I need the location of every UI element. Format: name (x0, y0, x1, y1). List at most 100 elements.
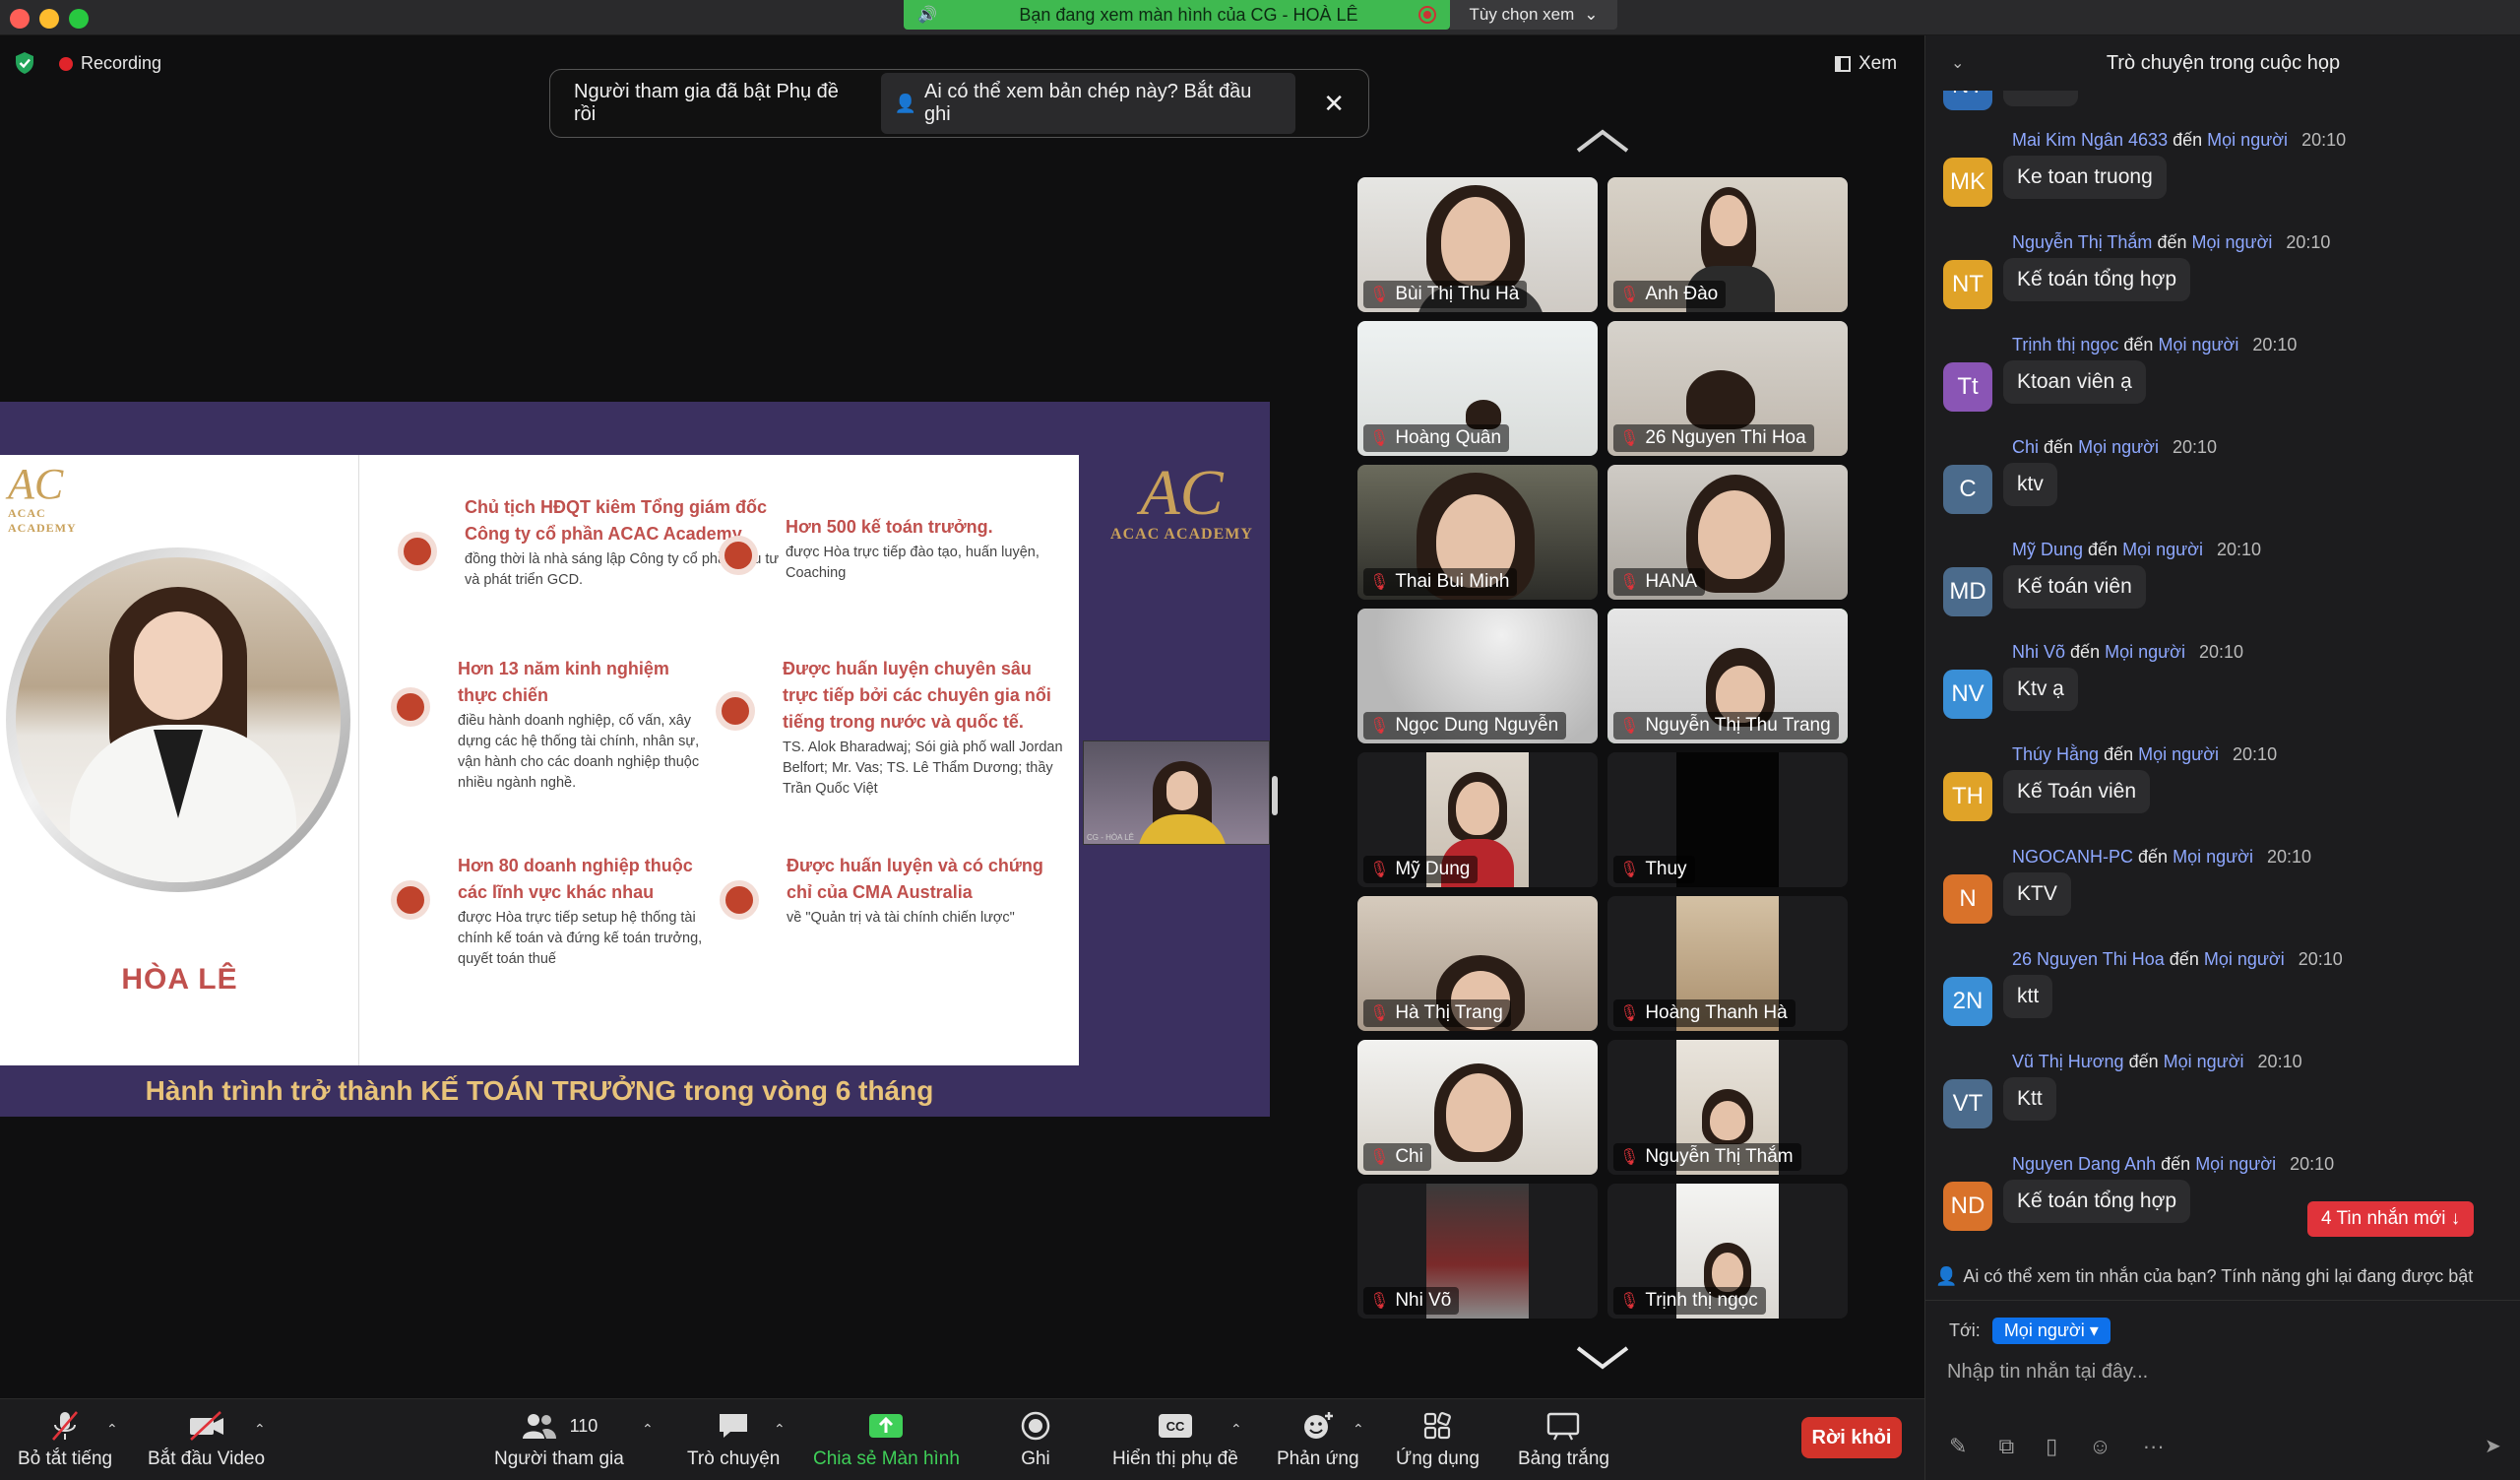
sender-avatar[interactable]: C (1943, 465, 1992, 514)
participant-tile[interactable]: 🎙 Nhi Võ (1357, 1184, 1598, 1319)
message-bubble[interactable]: chưa (2003, 91, 2078, 106)
participant-tile[interactable]: 🎙 Hoàng Thanh Hà (1607, 896, 1848, 1031)
sender-name[interactable]: NGOCANH-PC (2012, 847, 2133, 867)
new-messages-button[interactable]: 4 Tin nhắn mới ↓ (2307, 1201, 2475, 1237)
leave-button[interactable]: Rời khỏi (1801, 1417, 1902, 1458)
recipient-name: Mọi người (2173, 847, 2253, 867)
participant-tile[interactable]: 🎙 Anh Đào (1607, 177, 1848, 312)
sender-avatar[interactable]: MD (1943, 567, 1992, 616)
recipient-row: Tới: Mọi người ▾ (1949, 1318, 2110, 1344)
participant-tile[interactable]: 🎙 26 Nguyen Thi Hoa (1607, 321, 1848, 456)
message-bubble[interactable]: Ke toan truong (2003, 156, 2167, 199)
sender-name[interactable]: Vũ Thị Hương (2012, 1052, 2124, 1071)
participant-tile[interactable]: 🎙 Thuy (1607, 752, 1848, 887)
participants-button[interactable]: 110 Người tham gia (494, 1409, 624, 1470)
audio-options-caret-icon[interactable]: ⌃ (106, 1421, 118, 1438)
sender-avatar[interactable]: NT (1943, 260, 1992, 309)
share-status-icon[interactable] (1418, 6, 1436, 24)
split-drag-handle[interactable] (1272, 776, 1278, 815)
participant-name: 🎙 HANA (1613, 568, 1706, 596)
chat-message-input[interactable] (1947, 1355, 2498, 1388)
recipient-name: Mọi người (2078, 437, 2159, 457)
sender-avatar[interactable]: MK (1943, 158, 1992, 207)
participant-tile[interactable]: 🎙 Mỹ Dung (1357, 752, 1598, 887)
message-header: Mai Kim Ngân 4633 đến Mọi người 20:10 (2012, 130, 2346, 151)
participants-caret-icon[interactable]: ⌃ (642, 1421, 654, 1438)
format-text-icon[interactable]: ✎ (1949, 1434, 1967, 1459)
participant-tile[interactable]: 🎙 Nguyễn Thị Thắm (1607, 1040, 1848, 1175)
sender-name[interactable]: Thúy Hằng (2012, 744, 2099, 764)
sender-name[interactable]: Mỹ Dung (2012, 540, 2083, 559)
participant-tile[interactable]: 🎙 Chi (1357, 1040, 1598, 1175)
whiteboard-button[interactable]: Bảng trắng (1518, 1409, 1609, 1470)
close-window-button[interactable] (10, 9, 30, 29)
reactions-caret-icon[interactable]: ⌃ (1353, 1421, 1364, 1438)
message-bubble[interactable]: Kế toán viên (2003, 565, 2146, 609)
sender-avatar[interactable]: TH (1943, 772, 1992, 821)
more-icon[interactable]: ··· (2143, 1434, 2165, 1459)
chevron-down-icon[interactable]: ⌄ (1951, 53, 1964, 73)
view-options-dropdown[interactable]: Tùy chọn xem ⌄ (1450, 0, 1617, 30)
message-bubble[interactable]: Kế toán tổng hợp (2003, 258, 2191, 301)
sender-avatar[interactable]: ND (1943, 1182, 1992, 1231)
participant-tile[interactable]: 🎙 Hoàng Quân (1357, 321, 1598, 456)
participant-tile-active-speaker[interactable]: 🎙 Nguyễn Thị Thu Trang (1607, 609, 1848, 743)
message-bubble[interactable]: Kế Toán viên (2003, 770, 2151, 813)
sender-name[interactable]: Chi (2012, 437, 2039, 457)
message-bubble[interactable]: Ktv ạ (2003, 668, 2078, 711)
apps-button[interactable]: Ứng dụng (1396, 1409, 1480, 1470)
sender-name[interactable]: Mai Kim Ngân 4633 (2012, 130, 2168, 150)
reactions-button[interactable]: Phản ứng (1277, 1409, 1359, 1470)
participant-tile[interactable]: 🎙 Bùi Thị Thu Hà (1357, 177, 1598, 312)
sender-avatar[interactable]: VT (1943, 1079, 1992, 1128)
participant-tile[interactable]: 🎙 Hà Thị Trang (1357, 896, 1598, 1031)
zoom-window-button[interactable] (69, 9, 89, 29)
message-bubble[interactable]: Ktoan viên ạ (2003, 360, 2146, 404)
chat-caret-icon[interactable]: ⌃ (774, 1421, 786, 1438)
participant-tile[interactable]: 🎙 Trịnh thị ngọc (1607, 1184, 1848, 1319)
show-captions-button[interactable]: CC Hiển thị phụ đề (1112, 1409, 1238, 1470)
message-bubble[interactable]: ktt (2003, 975, 2053, 1018)
message-bubble[interactable]: KTV (2003, 872, 2071, 916)
start-video-button[interactable]: Bắt đầu Video (148, 1409, 265, 1470)
sender-name[interactable]: 26 Nguyen Thi Hoa (2012, 949, 2165, 969)
participants-count: 110 (569, 1415, 598, 1436)
sender-name[interactable]: Nhi Võ (2012, 642, 2065, 662)
sender-avatar[interactable]: NT (1943, 91, 1992, 110)
unmute-button[interactable]: Bỏ tắt tiếng (18, 1409, 112, 1470)
view-button[interactable]: Xem (1835, 53, 1897, 75)
gallery-up-arrow-icon[interactable] (1575, 128, 1630, 154)
message-bubble[interactable]: ktv (2003, 463, 2057, 506)
sender-name[interactable]: Nguyễn Thị Thắm (2012, 232, 2152, 252)
record-button[interactable]: Ghi (1020, 1409, 1051, 1470)
participant-tile[interactable]: 🎙 Thai Bui Minh (1357, 465, 1598, 600)
recording-indicator[interactable]: Recording (59, 53, 161, 74)
presenter-video-pip[interactable]: CG - HÒA LÊ (1083, 740, 1270, 845)
speaker-icon: 🔊 (917, 7, 937, 24)
emoji-icon[interactable]: ☺ (2089, 1434, 2110, 1459)
screenshot-icon[interactable]: ⧉ (1998, 1434, 2014, 1459)
file-icon[interactable]: ▯ (2046, 1434, 2057, 1459)
send-icon[interactable]: ➤ (2485, 1434, 2501, 1458)
captions-caret-icon[interactable]: ⌃ (1230, 1421, 1242, 1438)
sender-avatar[interactable]: 2N (1943, 977, 1992, 1026)
slide-content: AC ACAC ACADEMY HÒA LÊ Chủ tịch HĐQT kiê… (0, 455, 1079, 1065)
minimize-window-button[interactable] (39, 9, 59, 29)
sender-avatar[interactable]: NV (1943, 670, 1992, 719)
recipient-dropdown[interactable]: Mọi người ▾ (1991, 1318, 2110, 1344)
start-transcript-button[interactable]: 👤 Ai có thể xem bản chép này? Bắt đầu gh… (880, 73, 1296, 134)
participant-tile[interactable]: 🎙 HANA (1607, 465, 1848, 600)
chat-button[interactable]: Trò chuyện (687, 1409, 780, 1470)
message-bubble[interactable]: Kế toán tổng hợp (2003, 1180, 2191, 1223)
message-bubble[interactable]: Ktt (2003, 1077, 2056, 1121)
sender-name[interactable]: Trịnh thị ngọc (2012, 335, 2118, 354)
share-screen-button[interactable]: Chia sẻ Màn hình (813, 1409, 960, 1470)
video-options-caret-icon[interactable]: ⌃ (254, 1421, 266, 1438)
participant-tile[interactable]: 🎙 Ngọc Dung Nguyễn (1357, 609, 1598, 743)
sender-avatar[interactable]: Tt (1943, 362, 1992, 412)
close-icon[interactable]: ✕ (1323, 89, 1345, 119)
gallery-down-arrow-icon[interactable] (1575, 1345, 1630, 1371)
security-shield-icon[interactable] (14, 51, 35, 75)
sender-avatar[interactable]: N (1943, 874, 1992, 924)
sender-name[interactable]: Nguyen Dang Anh (2012, 1154, 2156, 1174)
